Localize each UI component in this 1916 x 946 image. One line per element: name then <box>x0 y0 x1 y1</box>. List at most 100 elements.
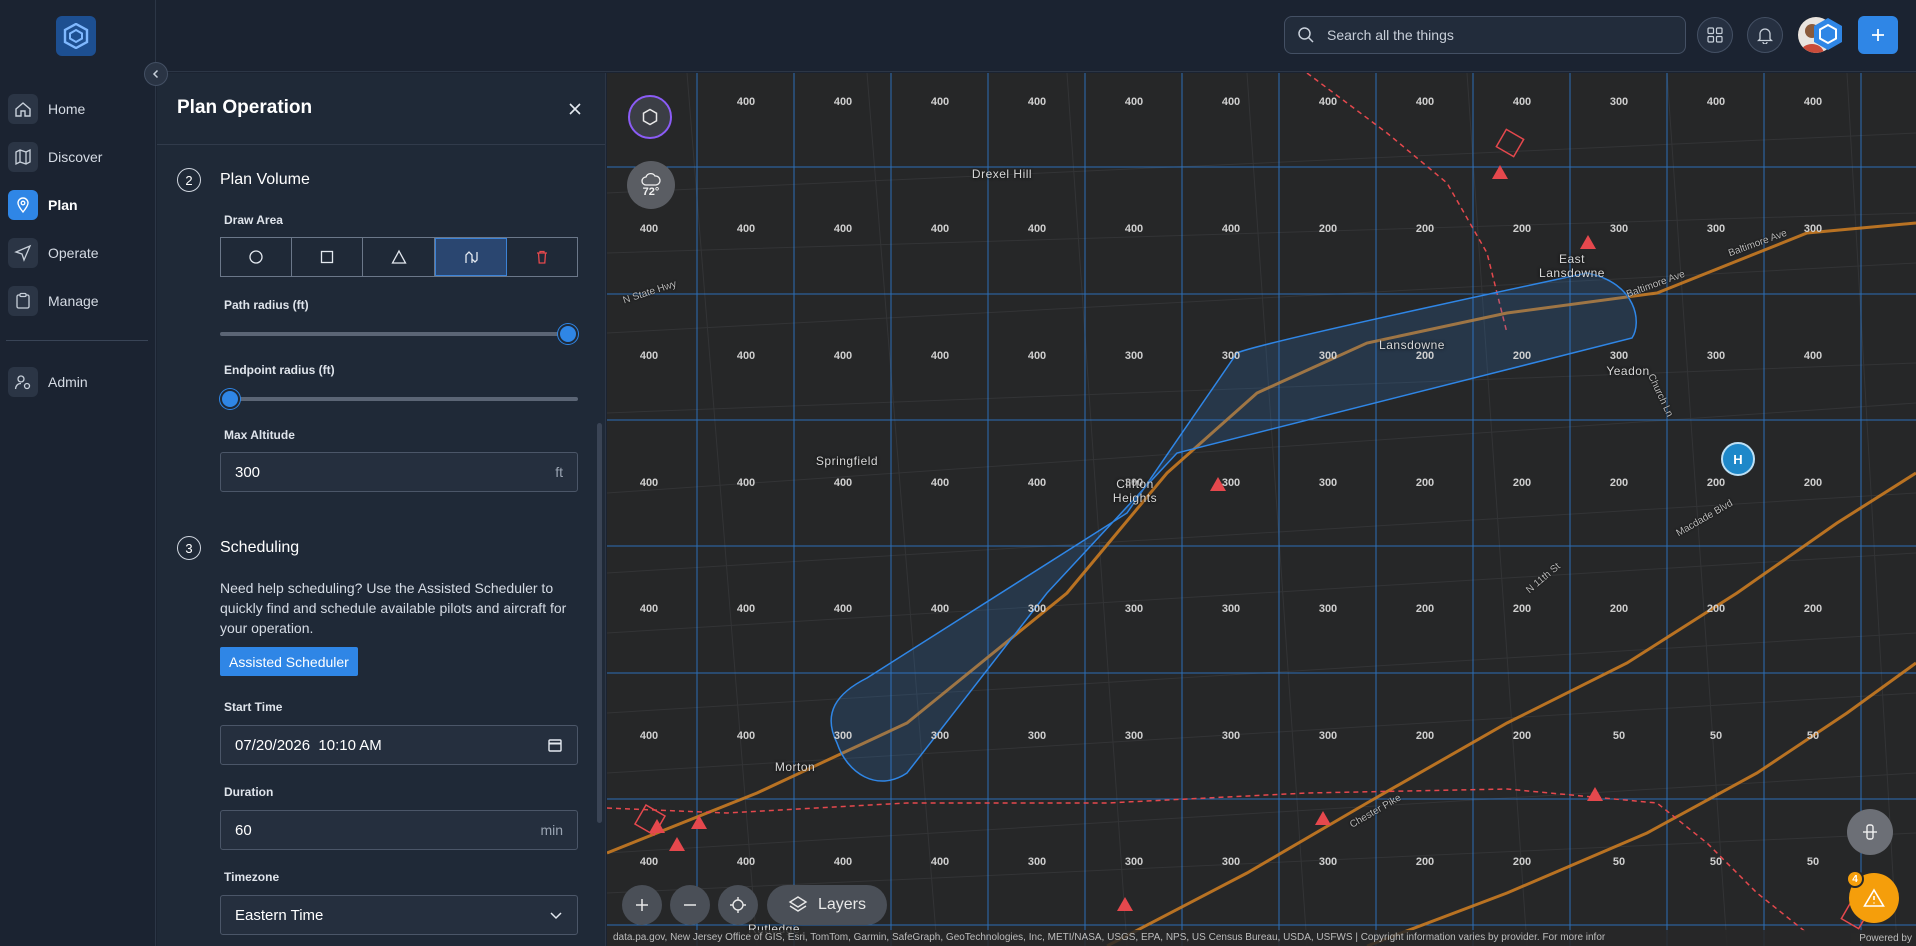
draw-square-button[interactable] <box>292 238 364 276</box>
square-tool-icon <box>321 250 334 264</box>
bell-icon <box>1757 28 1773 44</box>
step-2-title: Plan Volume <box>220 171 310 188</box>
drone-launch-button[interactable] <box>1847 809 1893 855</box>
airspace-authority-button[interactable] <box>628 95 672 139</box>
left-nav: Home Discover Plan Operate Manage Admin <box>0 0 156 946</box>
nav-label-admin: Admin <box>48 374 88 390</box>
collapse-sidebar-button[interactable] <box>144 62 168 86</box>
nav-item-home[interactable]: Home <box>8 92 148 126</box>
step-3-number: 3 <box>177 536 201 560</box>
home-icon <box>8 94 38 124</box>
zoom-out-button[interactable] <box>670 885 710 925</box>
max-altitude-unit: ft <box>555 464 563 480</box>
cloud-icon <box>641 172 661 186</box>
draw-polygon-button[interactable] <box>363 238 435 276</box>
endpoint-radius-label: Endpoint radius (ft) <box>224 363 335 377</box>
path-radius-thumb[interactable] <box>558 324 578 344</box>
endpoint-radius-slider[interactable] <box>220 389 578 409</box>
plan-operation-panel: Plan Operation 2 Plan Volume Draw Area P… <box>157 73 606 946</box>
map-icon <box>8 142 38 172</box>
grid-icon <box>1707 27 1723 43</box>
trash-icon <box>536 250 547 264</box>
map-attribution: data.pa.gov, New Jersey Office of GIS, E… <box>607 930 1916 946</box>
path-radius-slider[interactable] <box>220 324 578 344</box>
attribution-text: data.pa.gov, New Jersey Office of GIS, E… <box>613 932 1606 943</box>
nav-divider <box>6 340 148 341</box>
max-altitude-label: Max Altitude <box>224 428 295 442</box>
nav-item-discover[interactable]: Discover <box>8 140 148 174</box>
notifications-button[interactable] <box>1747 17 1783 53</box>
weather-temperature: 72° <box>642 186 660 198</box>
admin-icon <box>8 367 38 397</box>
zoom-in-button[interactable] <box>622 885 662 925</box>
duration-value: 60 <box>235 821 252 839</box>
nav-label-discover: Discover <box>48 149 103 165</box>
triangle-tool-icon <box>390 249 407 264</box>
max-altitude-value: 300 <box>235 463 261 481</box>
slider-track <box>220 332 578 336</box>
start-time-value: 07/20/2026 10:10 AM <box>235 736 382 754</box>
slider-track <box>220 397 578 401</box>
nav-item-operate[interactable]: Operate <box>8 236 148 270</box>
layers-icon <box>788 896 808 912</box>
hazard-markers <box>633 128 1870 930</box>
draw-area-toolbar <box>220 237 578 277</box>
send-icon <box>8 238 38 268</box>
search-input[interactable] <box>1327 27 1667 43</box>
app-root: Home Discover Plan Operate Manage Admin … <box>0 0 1916 946</box>
timezone-label: Timezone <box>224 870 280 884</box>
draw-circle-button[interactable] <box>221 238 293 276</box>
heliport-marker[interactable]: H <box>1721 442 1755 476</box>
timezone-select[interactable]: Eastern Time <box>220 895 578 935</box>
crosshair-icon <box>730 897 746 913</box>
timezone-value: Eastern Time <box>235 906 324 924</box>
clear-drawing-button[interactable] <box>507 238 577 276</box>
duration-field[interactable]: 60 min <box>220 810 578 850</box>
apps-grid-button[interactable] <box>1697 17 1733 53</box>
map-view[interactable]: 4004004004004004004004004004003004004004… <box>607 73 1916 946</box>
minus-icon <box>684 904 696 906</box>
assisted-scheduler-button[interactable]: Assisted Scheduler <box>220 647 358 676</box>
max-altitude-field[interactable]: 300 ft <box>220 452 578 492</box>
start-time-field[interactable]: 07/20/2026 10:10 AM <box>220 725 578 765</box>
layers-button[interactable]: Layers <box>767 885 887 925</box>
duration-label: Duration <box>224 785 274 799</box>
calendar-icon[interactable] <box>547 737 563 753</box>
global-search[interactable] <box>1284 16 1686 54</box>
alert-count-badge: 4 <box>1846 870 1864 888</box>
create-button[interactable] <box>1858 16 1898 54</box>
path-tool-icon <box>465 251 478 263</box>
drone-icon <box>1863 824 1877 840</box>
draw-path-button[interactable] <box>434 238 507 276</box>
location-pin-icon <box>8 190 38 220</box>
warning-triangle-icon <box>649 165 1603 911</box>
start-time-label: Start Time <box>224 700 283 714</box>
powered-by-text: Powered by <box>1851 933 1912 944</box>
chevron-down-icon <box>550 912 562 920</box>
clipboard-icon <box>8 286 38 316</box>
circle-tool-icon <box>249 250 263 264</box>
panel-scrollbar[interactable] <box>597 423 602 823</box>
endpoint-radius-thumb[interactable] <box>220 389 240 409</box>
close-panel-button[interactable] <box>565 99 585 119</box>
nav-item-manage[interactable]: Manage <box>8 284 148 318</box>
chevron-left-icon <box>152 69 159 79</box>
panel-title: Plan Operation <box>177 97 313 118</box>
hazard-box-icon <box>633 128 1870 930</box>
org-badge[interactable] <box>1812 17 1844 51</box>
app-logo[interactable] <box>56 16 96 56</box>
duration-unit: min <box>540 822 563 838</box>
scheduler-help-text: Need help scheduling? Use the Assisted S… <box>220 580 567 636</box>
nav-label-home: Home <box>48 101 86 117</box>
path-radius-label: Path radius (ft) <box>224 298 309 312</box>
nav-label-plan: Plan <box>48 197 78 213</box>
search-icon <box>1298 27 1314 43</box>
nav-item-plan[interactable]: Plan <box>8 188 148 222</box>
nav-item-admin[interactable]: Admin <box>8 365 148 399</box>
hexagon-org-icon <box>1814 18 1842 50</box>
locate-me-button[interactable] <box>718 885 758 925</box>
nav-label-manage: Manage <box>48 293 99 309</box>
nav-label-operate: Operate <box>48 245 99 261</box>
layers-label: Layers <box>817 896 867 913</box>
weather-widget[interactable]: 72° <box>627 161 675 209</box>
